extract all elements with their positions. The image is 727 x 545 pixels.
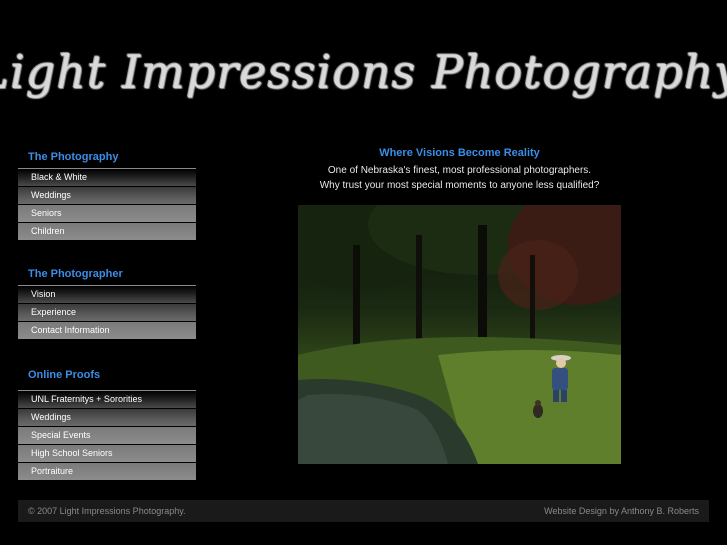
intro-line-2: Why trust your most special moments to a… (319, 180, 600, 191)
nav-item-proof-weddings[interactable]: Weddings (18, 409, 196, 426)
sidebar-nav: The Photography Black & White Weddings S… (18, 146, 196, 481)
section-title-photography: The Photography (18, 146, 196, 169)
intro-text: One of Nebraska's finest, most professio… (298, 163, 621, 193)
nav-item-seniors[interactable]: Seniors (18, 205, 196, 222)
nav-item-children[interactable]: Children (18, 223, 196, 240)
section-title-photographer: The Photographer (18, 263, 196, 286)
nav-item-unl-greek[interactable]: UNL Fraternitys + Sororities (18, 391, 196, 408)
tagline: Where Visions Become Reality (379, 147, 540, 159)
main-header: Where Visions Become Reality One of Nebr… (298, 146, 621, 193)
nav-item-portraiture[interactable]: Portraiture (18, 463, 196, 480)
copyright-text: © 2007 Light Impressions Photography. (28, 506, 186, 516)
nav-item-special-events[interactable]: Special Events (18, 427, 196, 444)
section-photographer: The Photographer Vision Experience Conta… (18, 263, 196, 339)
nav-item-hs-seniors[interactable]: High School Seniors (18, 445, 196, 462)
nav-item-vision[interactable]: Vision (18, 286, 196, 303)
site-logo[interactable]: Light Impressions Photography (0, 22, 727, 122)
nav-item-black-white[interactable]: Black & White (18, 169, 196, 186)
nav-item-experience[interactable]: Experience (18, 304, 196, 321)
intro-line-1: One of Nebraska's finest, most professio… (327, 165, 592, 176)
section-photography: The Photography Black & White Weddings S… (18, 146, 196, 240)
section-title-online-proofs: Online Proofs (18, 360, 196, 391)
section-online-proofs: Online Proofs UNL Fraternitys + Sororiti… (18, 360, 196, 480)
hero-photo (298, 205, 621, 464)
footer: © 2007 Light Impressions Photography. We… (18, 500, 709, 522)
nav-item-contact[interactable]: Contact Information (18, 322, 196, 339)
nav-item-weddings[interactable]: Weddings (18, 187, 196, 204)
design-credit[interactable]: Website Design by Anthony B. Roberts (544, 506, 699, 516)
